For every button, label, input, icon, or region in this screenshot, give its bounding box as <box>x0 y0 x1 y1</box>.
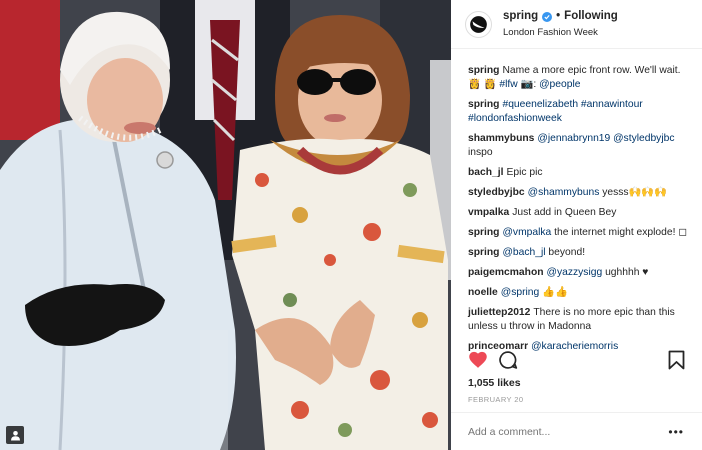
comment-item: juliettep2012 There is no more epic than … <box>468 306 694 334</box>
comment-text: yesss🙌🙌🙌 <box>599 187 667 198</box>
username-link[interactable]: spring <box>503 10 538 23</box>
comment-text: ughhhh ♥ <box>602 267 649 278</box>
comment-mention-link[interactable]: @yazzysigg <box>547 267 603 278</box>
heart-icon <box>469 351 487 368</box>
location-link[interactable]: London Fashion Week <box>503 27 618 38</box>
comment-item: bach_jl Epic pic <box>468 166 694 180</box>
post-sidebar: spring • Following London Fashion Week s… <box>451 0 702 450</box>
comment-button[interactable] <box>498 350 518 375</box>
spring-logo-icon <box>466 11 491 37</box>
bookmark-icon <box>668 350 685 370</box>
add-comment-bar: ••• <box>451 412 702 450</box>
comment-username[interactable]: spring <box>468 99 499 110</box>
comment-username[interactable]: styledbyjbc <box>468 187 525 198</box>
like-button[interactable] <box>468 350 488 374</box>
comment-username[interactable]: vmpalka <box>468 207 509 218</box>
post-photo[interactable] <box>0 0 451 450</box>
comment-username[interactable]: paigemcmahon <box>468 267 544 278</box>
comment-item: paigemcmahon @yazzysigg ughhhh ♥ <box>468 266 694 280</box>
comment-text: Epic pic <box>506 167 543 178</box>
comment-item: vmpalka Just add in Queen Bey <box>468 206 694 220</box>
comment-text: inspo <box>468 147 493 158</box>
comment-username[interactable]: spring <box>468 65 499 76</box>
comment-text: 📷: <box>517 79 540 90</box>
comment-username[interactable]: juliettep2012 <box>468 307 530 318</box>
post-date[interactable]: FEBRUARY 20 <box>468 395 523 404</box>
comment-item: spring @bach_jl beyond! <box>468 246 694 260</box>
comment-item: spring #queenelizabeth #annawintour #lond… <box>468 98 694 126</box>
add-comment-input[interactable] <box>468 425 658 438</box>
avatar[interactable] <box>465 10 492 38</box>
comment-mention-link[interactable]: @people <box>539 79 580 90</box>
comment-username[interactable]: shammybuns <box>468 133 534 144</box>
comment-list: spring Name a more epic front row. We'll … <box>468 64 694 360</box>
save-button[interactable] <box>668 350 685 375</box>
verified-badge-icon <box>542 11 553 22</box>
comment-mention-link[interactable]: @bach_jl <box>502 247 545 258</box>
comment-text: Just add in Queen Bey <box>512 207 617 218</box>
comment-mention-link[interactable]: #lfw <box>499 79 517 90</box>
speech-bubble-icon <box>499 351 518 369</box>
comment-username[interactable]: noelle <box>468 287 498 298</box>
comment-username[interactable]: bach_jl <box>468 167 503 178</box>
post-header: spring • Following London Fashion Week <box>451 0 702 49</box>
comment-mention-link[interactable]: @jennabrynn19 @styledbyjbc <box>537 133 674 144</box>
more-options-button[interactable]: ••• <box>668 426 684 438</box>
person-icon <box>10 430 20 440</box>
likes-count[interactable]: 1,055 likes <box>468 377 521 389</box>
comment-mention-link[interactable]: @spring <box>501 287 540 298</box>
comment-item: noelle @spring 👍👍 <box>468 286 694 300</box>
tagged-people-button[interactable] <box>6 426 24 444</box>
comment-text: the internet might explode! ◻ <box>551 227 687 238</box>
comment-username[interactable]: spring <box>468 247 499 258</box>
comment-item: shammybuns @jennabrynn19 @styledbyjbc ins… <box>468 132 694 160</box>
action-bar <box>468 350 686 372</box>
comment-item: styledbyjbc @shammybuns yesss🙌🙌🙌 <box>468 186 694 200</box>
comment-mention-link[interactable]: @vmpalka <box>502 227 551 238</box>
comment-item: spring Name a more epic front row. We'll … <box>468 64 694 92</box>
comment-text: 👍👍 <box>539 287 568 298</box>
comment-text: beyond! <box>545 247 586 258</box>
photo-illustration <box>0 0 451 450</box>
separator-dot: • <box>556 10 561 22</box>
following-button[interactable]: Following <box>564 10 618 23</box>
comment-username[interactable]: spring <box>468 227 499 238</box>
comment-mention-link[interactable]: @shammybuns <box>528 187 600 198</box>
comment-item: spring @vmpalka the internet might explod… <box>468 226 694 240</box>
